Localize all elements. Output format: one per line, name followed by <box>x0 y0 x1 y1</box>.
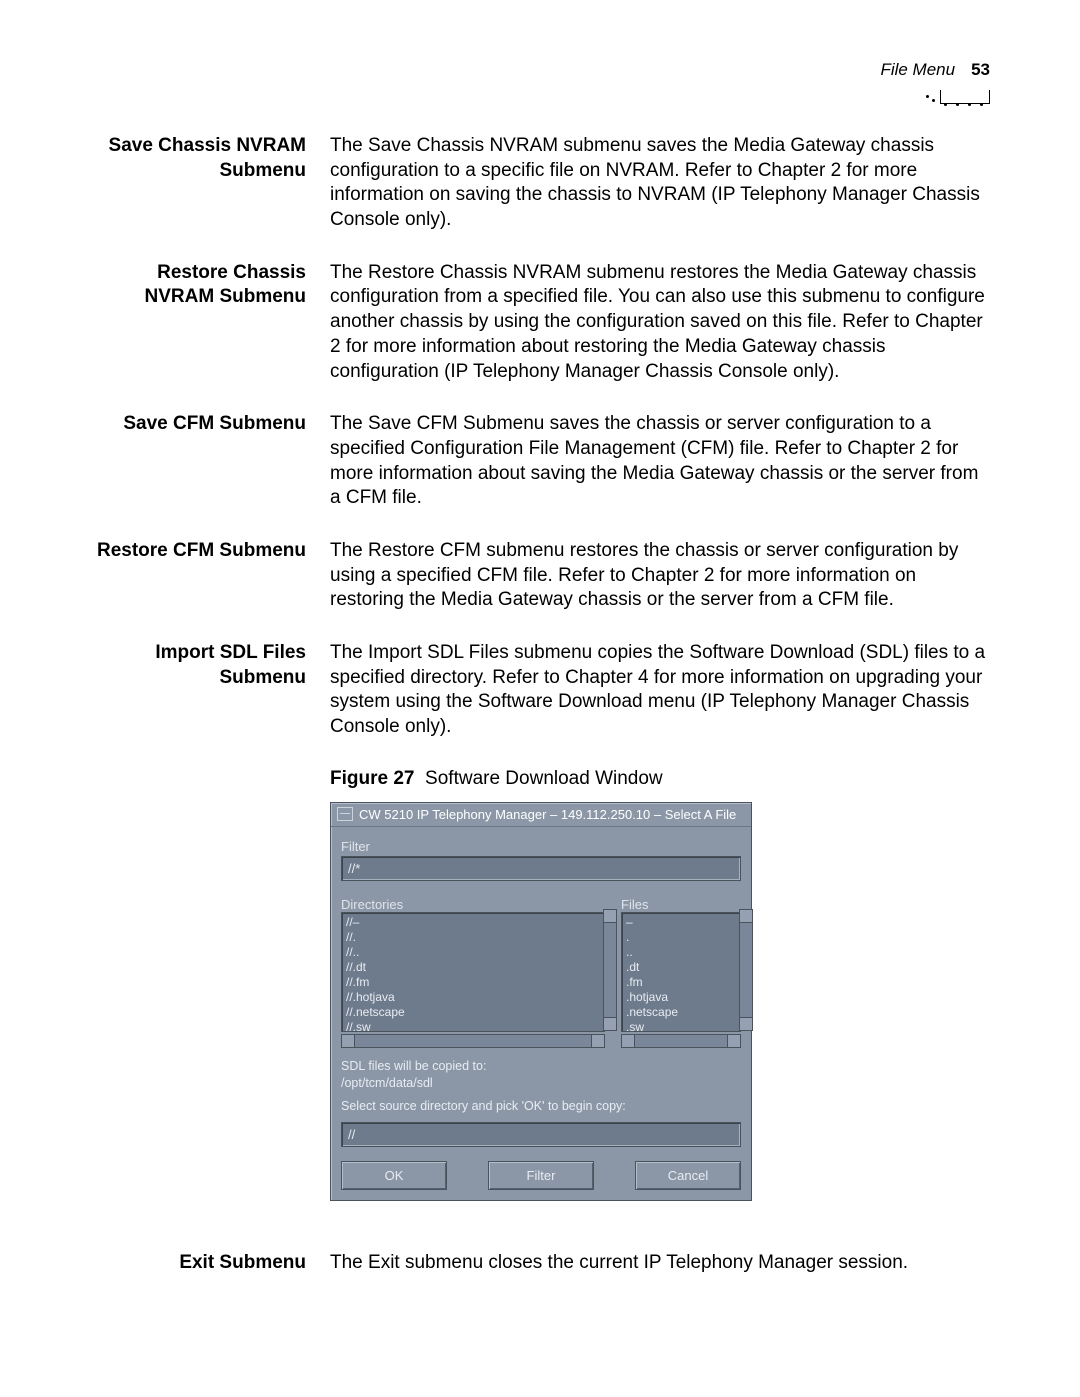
filter-label: Filter <box>341 839 741 854</box>
section-save-chassis-nvram: Save Chassis NVRAM Submenu The Save Chas… <box>90 134 990 233</box>
figure-caption: Figure 27 Software Download Window <box>330 768 990 790</box>
cancel-button[interactable]: Cancel <box>635 1161 741 1190</box>
section-label: Restore Chassis NVRAM Submenu <box>90 261 330 310</box>
section-exit: Exit Submenu The Exit submenu closes the… <box>90 1251 990 1276</box>
header-ornament <box>930 90 990 104</box>
list-item[interactable]: .hotjava <box>626 990 736 1005</box>
note-line-1: SDL files will be copied to: <box>341 1058 741 1075</box>
directories-list[interactable]: //–//.//..//.dt//.fm//.hotjava//.netscap… <box>341 912 605 1032</box>
files-label: Files <box>621 897 741 912</box>
files-column: Files –....dt.fm.hotjava.netscape.sw <box>621 891 741 1048</box>
list-item[interactable]: – <box>626 915 736 930</box>
list-item[interactable]: .netscape <box>626 1005 736 1020</box>
horizontal-scrollbar[interactable] <box>341 1034 605 1048</box>
header-section: File Menu <box>880 60 955 80</box>
page: File Menu 53 Save Chassis NVRAM Submenu … <box>0 0 1080 1397</box>
section-label: Import SDL Files Submenu <box>90 641 330 690</box>
section-restore-cfm: Restore CFM Submenu The Restore CFM subm… <box>90 539 990 613</box>
filter-button[interactable]: Filter <box>488 1161 594 1190</box>
vertical-scrollbar[interactable] <box>739 909 753 1031</box>
section-body: The Import SDL Files submenu copies the … <box>330 641 990 740</box>
section-restore-chassis-nvram: Restore Chassis NVRAM Submenu The Restor… <box>90 261 990 384</box>
scroll-right-icon[interactable] <box>591 1035 604 1047</box>
list-item[interactable]: //.dt <box>346 960 600 975</box>
window-body: Filter Directories //–//.//..//.dt//.fm/… <box>331 827 751 1201</box>
section-body: The Exit submenu closes the current IP T… <box>330 1251 990 1276</box>
note-line-3: Select source directory and pick 'OK' to… <box>341 1098 741 1115</box>
section-label: Save CFM Submenu <box>90 412 330 437</box>
list-item[interactable]: //– <box>346 915 600 930</box>
path-input[interactable] <box>341 1122 741 1147</box>
list-item[interactable]: //.sw <box>346 1020 600 1032</box>
scroll-up-icon[interactable] <box>740 910 752 923</box>
figure-label: Figure 27 <box>330 768 414 789</box>
note-line-2: /opt/tcm/data/sdl <box>341 1075 741 1092</box>
list-item[interactable]: . <box>626 930 736 945</box>
section-body: The Restore CFM submenu restores the cha… <box>330 539 990 613</box>
horizontal-scrollbar[interactable] <box>621 1034 741 1048</box>
system-menu-icon[interactable] <box>337 807 353 821</box>
scroll-down-icon[interactable] <box>740 1017 752 1030</box>
ok-button[interactable]: OK <box>341 1161 447 1190</box>
files-list[interactable]: –....dt.fm.hotjava.netscape.sw <box>621 912 741 1032</box>
section-save-cfm: Save CFM Submenu The Save CFM Submenu sa… <box>90 412 990 511</box>
filter-input[interactable] <box>341 856 741 881</box>
window-title: CW 5210 IP Telephony Manager – 149.112.2… <box>359 807 736 822</box>
copy-note: SDL files will be copied to: /opt/tcm/da… <box>341 1058 741 1115</box>
directories-label: Directories <box>341 897 605 912</box>
figure-title: Software Download Window <box>425 768 663 789</box>
list-item[interactable]: .fm <box>626 975 736 990</box>
section-body: The Save CFM Submenu saves the chassis o… <box>330 412 990 511</box>
section-body: The Save Chassis NVRAM submenu saves the… <box>330 134 990 233</box>
list-item[interactable]: .dt <box>626 960 736 975</box>
list-item[interactable]: //.netscape <box>346 1005 600 1020</box>
section-label: Save Chassis NVRAM Submenu <box>90 134 330 183</box>
section-label: Exit Submenu <box>90 1251 330 1276</box>
section-import-sdl: Import SDL Files Submenu The Import SDL … <box>90 641 990 740</box>
scroll-right-icon[interactable] <box>727 1035 740 1047</box>
directories-column: Directories //–//.//..//.dt//.fm//.hotja… <box>341 891 605 1048</box>
vertical-scrollbar[interactable] <box>603 909 617 1031</box>
scroll-up-icon[interactable] <box>604 910 616 923</box>
header-page-number: 53 <box>971 60 990 80</box>
software-download-window: CW 5210 IP Telephony Manager – 149.112.2… <box>330 802 752 1202</box>
running-header: File Menu 53 <box>90 60 990 80</box>
list-item[interactable]: //.fm <box>346 975 600 990</box>
list-item[interactable]: //.hotjava <box>346 990 600 1005</box>
section-body: The Restore Chassis NVRAM submenu restor… <box>330 261 990 384</box>
scroll-left-icon[interactable] <box>622 1035 635 1047</box>
list-item[interactable]: .sw <box>626 1020 736 1032</box>
list-item[interactable]: .. <box>626 945 736 960</box>
content: Save Chassis NVRAM Submenu The Save Chas… <box>90 134 990 1276</box>
section-label: Restore CFM Submenu <box>90 539 330 564</box>
list-item[interactable]: //.. <box>346 945 600 960</box>
scroll-down-icon[interactable] <box>604 1017 616 1030</box>
list-item[interactable]: //. <box>346 930 600 945</box>
window-title-bar[interactable]: CW 5210 IP Telephony Manager – 149.112.2… <box>331 803 751 827</box>
scroll-left-icon[interactable] <box>342 1035 355 1047</box>
